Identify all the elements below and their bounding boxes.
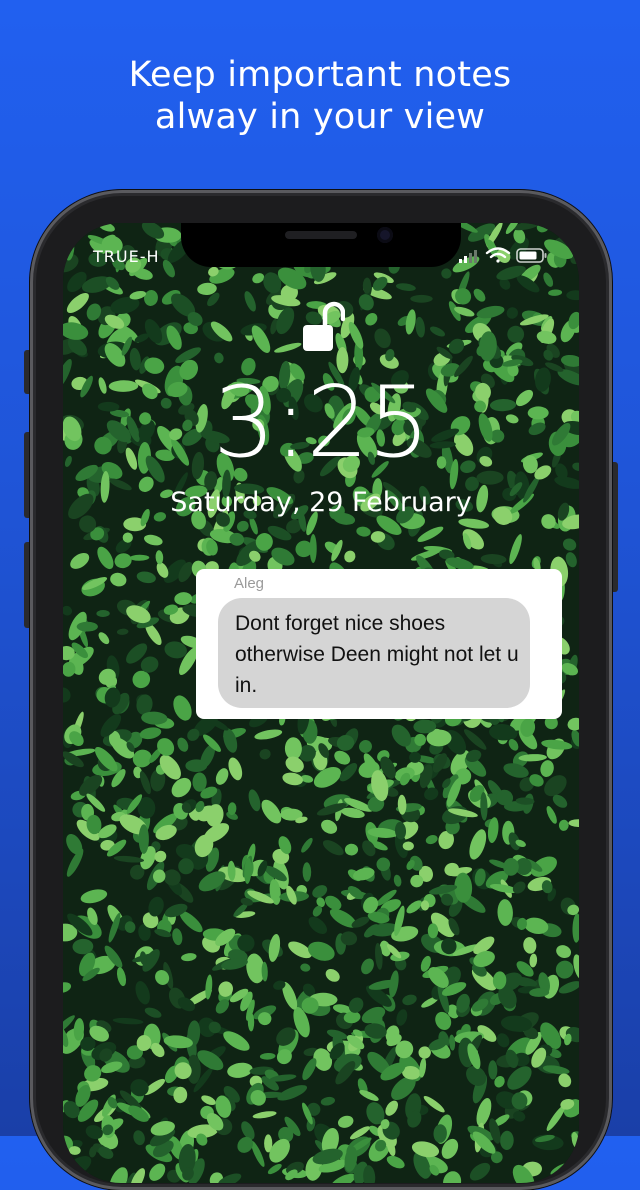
headline-line-1: Keep important notes [128, 55, 512, 95]
leaf [76, 621, 98, 632]
lock-time: 3:25 [212, 366, 430, 480]
leaf [185, 759, 208, 772]
wifi-icon [485, 247, 511, 263]
carrier-name: TRUE-H [93, 247, 160, 266]
lock-screen[interactable]: TRUE-H 3:25 Saturday, 29 February Aleg D… [63, 223, 579, 1183]
notch [181, 223, 461, 267]
note-widget[interactable]: Aleg Dont forget nice shoes otherwise De… [196, 569, 562, 719]
battery-icon [516, 248, 547, 263]
lock-date: Saturday, 29 February [170, 487, 472, 518]
leaf [410, 294, 433, 303]
unlocked-padlock-icon [303, 301, 345, 351]
earpiece-speaker [285, 231, 357, 239]
promo-headline: Keep important notes alway in your view [0, 54, 640, 138]
status-icons [459, 247, 547, 263]
leaf [507, 325, 525, 343]
front-camera [377, 227, 393, 243]
headline-line-2: alway in your view [154, 97, 486, 137]
note-sender: Aleg [234, 575, 265, 592]
leaf [138, 824, 149, 854]
leaf [192, 772, 207, 792]
note-message: Dont forget nice shoes otherwise Deen mi… [235, 612, 519, 697]
signal-icon [459, 250, 477, 263]
note-bubble[interactable]: Dont forget nice shoes otherwise Deen mi… [218, 598, 530, 708]
